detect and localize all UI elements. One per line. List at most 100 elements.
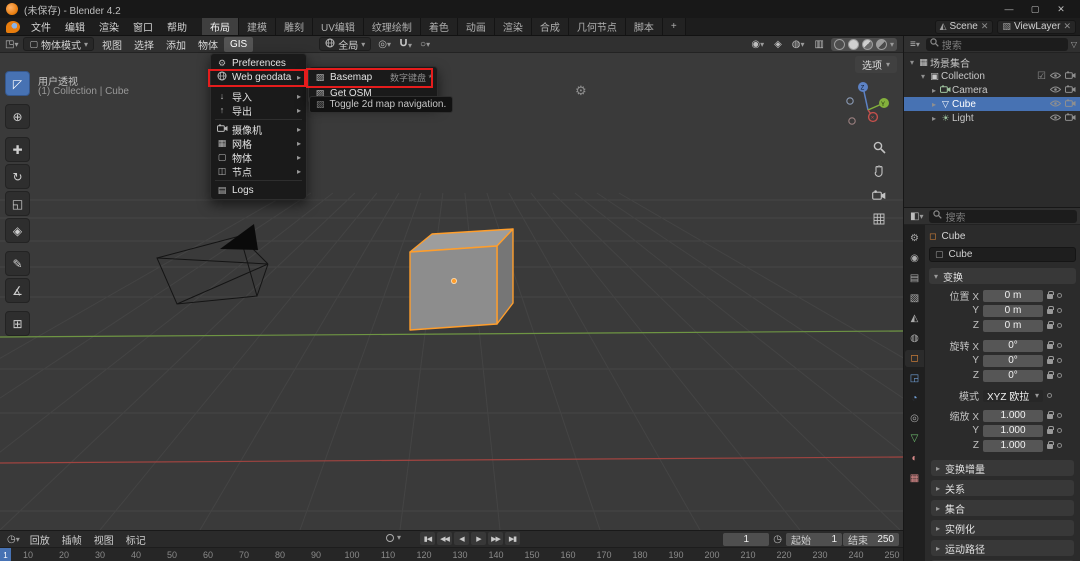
jump-to-start-button[interactable]: ▮◀ bbox=[420, 532, 435, 545]
object-name-field[interactable]: ▢ Cube bbox=[929, 247, 1076, 262]
keying-controls[interactable]: ▾ bbox=[386, 533, 401, 542]
timeline-menu-标记[interactable]: 标记 bbox=[120, 532, 152, 547]
current-frame-marker[interactable]: 1 bbox=[0, 548, 11, 561]
transform-tool[interactable]: ◈ bbox=[5, 218, 30, 243]
viewport-menu-GIS[interactable]: GIS bbox=[224, 36, 254, 52]
disclosure-arrow-icon[interactable]: ▸ bbox=[929, 86, 939, 95]
zoom-icon[interactable] bbox=[871, 139, 887, 155]
lock-icon[interactable] bbox=[1047, 321, 1054, 329]
properties-search-input[interactable]: 搜索 bbox=[929, 209, 1077, 224]
workspace-tab-动画[interactable]: 动画 bbox=[457, 18, 495, 35]
constraints-properties-tab[interactable]: ◎ bbox=[905, 410, 924, 427]
gizmo-neg-axis[interactable] bbox=[848, 117, 856, 125]
add-cube-tool[interactable]: ⊞ bbox=[5, 311, 30, 336]
properties-editor-icon[interactable]: ◧▾ bbox=[907, 211, 926, 222]
checkbox-checked-icon[interactable]: ☑ bbox=[1037, 71, 1046, 82]
section-header-集合[interactable]: ▸ 集合 bbox=[931, 500, 1074, 516]
lock-icon[interactable] bbox=[1047, 426, 1054, 434]
cursor-tool[interactable]: ⊕ bbox=[5, 104, 30, 129]
jump-to-end-button[interactable]: ▶▮ bbox=[505, 532, 520, 545]
disclosure-arrow-icon[interactable]: ▾ bbox=[907, 58, 917, 67]
navigation-gizmo[interactable]: Y Z × bbox=[829, 75, 889, 135]
viewport-menu-添加[interactable]: 添加 bbox=[160, 37, 192, 52]
lock-icon[interactable] bbox=[1047, 306, 1054, 314]
gis-menu-item-导入[interactable]: ↓ 导入 ▸ bbox=[211, 89, 306, 104]
gis-menu-item-网格[interactable]: ▦ 网格 ▸ bbox=[211, 136, 306, 151]
output-properties-tab[interactable]: ▤ bbox=[905, 270, 924, 287]
rotate-tool[interactable]: ↻ bbox=[5, 164, 30, 189]
animate-decorator-icon[interactable] bbox=[1057, 293, 1062, 298]
menu-编辑[interactable]: 编辑 bbox=[58, 18, 92, 35]
gis-menu-item-preferences[interactable]: ⚙ Preferences bbox=[211, 56, 306, 70]
workspace-tab-建模[interactable]: 建模 bbox=[239, 18, 276, 35]
disclosure-arrow-icon[interactable]: ▸ bbox=[929, 114, 939, 123]
scene-selector[interactable]: ◭ Scene ✕ bbox=[934, 19, 994, 34]
current-frame-field[interactable]: 1 bbox=[723, 532, 770, 546]
transform-section-header[interactable]: ▾ 变换 bbox=[929, 268, 1076, 284]
submenu-item-basemap[interactable]: ▨ Basemap 数字键盘 * bbox=[309, 69, 437, 85]
viewport-3d[interactable]: ⚙ 用户透视 (1) Collection | Cube 选项 ▾ ◸ ⊕ ✚ ↻ ◱ ◈… bbox=[0, 53, 903, 530]
eye-visibility-icon[interactable] bbox=[1049, 85, 1062, 96]
menu-窗口[interactable]: 窗口 bbox=[126, 18, 160, 35]
gizmos-toggle-icon[interactable]: ◈ bbox=[771, 39, 785, 50]
play-reverse-button[interactable]: ◀ bbox=[454, 532, 469, 545]
animate-decorator-icon[interactable] bbox=[1057, 323, 1062, 328]
modifiers-properties-tab[interactable]: ◲ bbox=[905, 370, 924, 387]
disclosure-arrow-icon[interactable]: ▾ bbox=[918, 72, 928, 81]
maximize-button[interactable]: ▢ bbox=[1022, 0, 1048, 18]
outliner-row-light[interactable]: ▸ ☀ Light bbox=[904, 111, 1080, 125]
render-visibility-icon[interactable] bbox=[1065, 112, 1076, 124]
animate-decorator-icon[interactable] bbox=[1057, 373, 1062, 378]
mode-dropdown-field[interactable]: XYZ 欧拉 ▾ bbox=[983, 389, 1043, 403]
minimize-button[interactable]: — bbox=[996, 0, 1022, 18]
animate-decorator-icon[interactable] bbox=[1057, 343, 1062, 348]
gis-menu-item-节点[interactable]: ◫ 节点 ▸ bbox=[211, 164, 306, 179]
solid-shading-icon[interactable] bbox=[847, 38, 859, 50]
render-visibility-icon[interactable] bbox=[1065, 70, 1076, 82]
cube-object[interactable] bbox=[409, 228, 514, 331]
proportional-edit-icon[interactable]: ○▾ bbox=[417, 39, 433, 50]
disclosure-arrow-icon[interactable]: ▸ bbox=[929, 100, 939, 109]
workspace-tab-合成[interactable]: 合成 bbox=[531, 18, 569, 35]
object-data-properties-tab[interactable]: ▽ bbox=[905, 430, 924, 447]
section-header-运动路径[interactable]: ▸ 运动路径 bbox=[931, 540, 1074, 556]
blender-menu-icon[interactable] bbox=[6, 20, 20, 33]
workspace-tab-纹理绘制[interactable]: 纹理绘制 bbox=[363, 18, 421, 35]
lock-icon[interactable] bbox=[1047, 356, 1054, 364]
material-shading-icon[interactable] bbox=[861, 38, 873, 50]
gis-menu-item-摄像机[interactable]: 摄像机 ▸ bbox=[211, 122, 306, 137]
next-keyframe-button[interactable]: ▶▶ bbox=[488, 532, 503, 545]
value-field[interactable]: 1.000 bbox=[983, 409, 1043, 422]
tweak-select-tool[interactable]: ◸ bbox=[5, 71, 30, 96]
rendered-shading-icon[interactable] bbox=[875, 38, 887, 50]
editor-type-icon[interactable]: ◳▾ bbox=[2, 39, 21, 50]
animate-decorator-icon[interactable] bbox=[1057, 358, 1062, 363]
pan-hand-icon[interactable] bbox=[871, 163, 887, 179]
lock-icon[interactable] bbox=[1047, 441, 1054, 449]
magnet-snap-icon[interactable]: ▾ bbox=[396, 38, 415, 51]
orientation-dropdown[interactable]: 全局 ▾ bbox=[319, 37, 372, 52]
value-field[interactable]: 0 m bbox=[983, 319, 1043, 332]
workspace-tab-+[interactable]: + bbox=[662, 18, 686, 35]
menu-帮助[interactable]: 帮助 bbox=[160, 18, 194, 35]
animate-decorator-icon[interactable] bbox=[1057, 308, 1062, 313]
outliner-row-场景集合[interactable]: ▾ ▦ 场景集合 bbox=[904, 55, 1080, 70]
viewport-menu-物体[interactable]: 物体 bbox=[192, 37, 224, 52]
annotate-tool[interactable]: ✎ bbox=[5, 251, 30, 276]
timeline-menu-插帧[interactable]: 插帧 bbox=[56, 532, 88, 547]
lock-icon[interactable] bbox=[1047, 411, 1054, 419]
snap-target-icon[interactable]: ◎▾ bbox=[375, 39, 394, 50]
outliner-row-camera[interactable]: ▸ Camera bbox=[904, 83, 1080, 97]
workspace-tab-几何节点[interactable]: 几何节点 bbox=[568, 18, 626, 35]
wireframe-shading-icon[interactable] bbox=[833, 38, 845, 50]
workspace-tab-UV编辑[interactable]: UV编辑 bbox=[313, 18, 364, 35]
options-button[interactable]: 选项 ▾ bbox=[854, 56, 897, 73]
value-field[interactable]: 0 m bbox=[983, 304, 1043, 317]
mode-dropdown[interactable]: ▢ 物体模式 ▾ bbox=[23, 37, 94, 52]
value-field[interactable]: 1.000 bbox=[983, 439, 1043, 452]
render-visibility-icon[interactable] bbox=[1065, 84, 1076, 96]
xray-toggle-icon[interactable]: ▥ bbox=[812, 39, 827, 50]
animate-decorator-icon[interactable] bbox=[1057, 413, 1062, 418]
outliner-row-collection[interactable]: ▾ ▣ Collection ☑ bbox=[904, 69, 1080, 83]
outliner-editor-icon[interactable]: ≡▾ bbox=[907, 39, 923, 50]
